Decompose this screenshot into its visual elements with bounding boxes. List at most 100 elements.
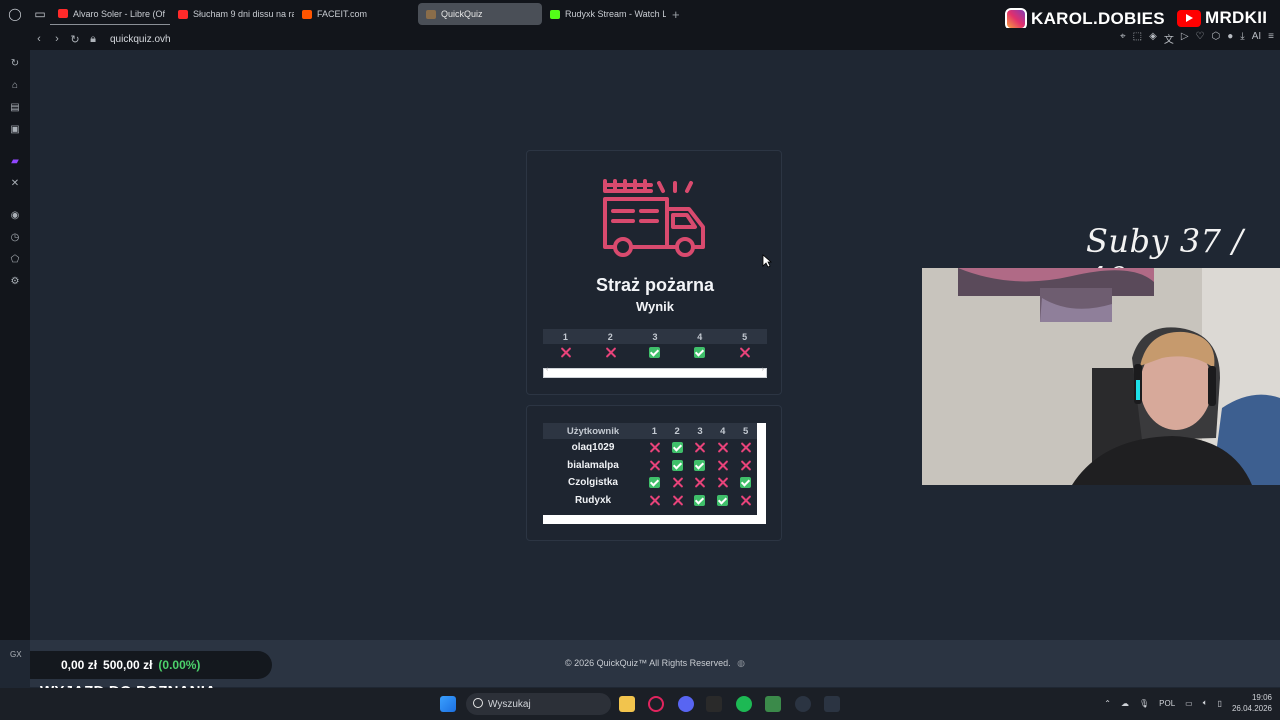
- url-field[interactable]: quickquiz.ovh: [110, 34, 171, 45]
- x-twitter-icon[interactable]: ✕: [0, 172, 30, 194]
- github-icon[interactable]: ◍: [737, 658, 745, 668]
- browser-logo-icon[interactable]: ◯: [0, 0, 30, 28]
- answer-cell: [689, 474, 712, 492]
- translate-icon[interactable]: 文: [1164, 31, 1174, 46]
- taskbar-clock[interactable]: 19:06 26.04.2026: [1232, 692, 1272, 714]
- tab-quickquiz[interactable]: QuickQuiz: [418, 3, 542, 25]
- leaderboard-vertical-scrollbar[interactable]: [757, 423, 766, 515]
- lock-icon[interactable]: 🔒︎: [84, 33, 102, 46]
- screenshot-icon[interactable]: ⬚: [1133, 31, 1142, 46]
- correct-check-icon: [648, 477, 660, 489]
- twitch-icon[interactable]: ▰: [0, 150, 30, 172]
- player-icon[interactable]: ◉: [0, 204, 30, 226]
- quiz-title: Straż pożarna: [595, 275, 715, 295]
- result-subtitle: Wynik: [635, 299, 675, 314]
- download-icon[interactable]: ⤓: [1240, 31, 1244, 46]
- table-row: olaq1029: [543, 439, 757, 457]
- tab-overview-icon[interactable]: ▭: [30, 0, 50, 28]
- quickquiz-favicon-icon: [426, 9, 436, 19]
- correct-check-icon: [671, 442, 683, 454]
- network-cloud-icon[interactable]: ☁: [1121, 699, 1129, 708]
- new-tab-plus-icon[interactable]: +: [672, 7, 680, 22]
- discord-icon[interactable]: [678, 696, 694, 712]
- messenger-icon[interactable]: ▣: [0, 118, 30, 140]
- spotify-icon[interactable]: [736, 696, 752, 712]
- windows-start-icon[interactable]: [440, 696, 456, 712]
- back-arrow-icon[interactable]: ‹: [30, 33, 48, 45]
- store-icon[interactable]: ⌂: [0, 74, 30, 96]
- forward-arrow-icon[interactable]: ›: [48, 33, 66, 45]
- tab-alvaro-soler[interactable]: Alvaro Soler - Libre (Of: [50, 3, 170, 25]
- wrong-cross-icon: [672, 495, 683, 506]
- answer-cell: [643, 439, 666, 457]
- faceit-icon[interactable]: [706, 696, 722, 712]
- tab-rudyxk-stream[interactable]: Rudyxk Stream - Watch Li: [542, 3, 666, 25]
- donation-percent: (0.00%): [158, 658, 201, 672]
- tray-chevron-icon[interactable]: ⌃: [1104, 699, 1111, 708]
- mouse-cursor-icon: [762, 254, 772, 268]
- heart-icon[interactable]: ♡: [1196, 31, 1205, 46]
- wrong-cross-icon: [717, 460, 728, 471]
- extensions-sidebar-icon[interactable]: ⬠: [0, 248, 30, 270]
- tab-label: Słucham 9 dni dissu na ra: [193, 9, 294, 19]
- user-column-header: Użytkownik: [543, 423, 643, 439]
- youtube-overlay: MRDKII: [1177, 8, 1267, 28]
- answer-cell: [711, 492, 734, 510]
- wrong-cross-icon: [605, 347, 616, 358]
- question-column-header: 1: [643, 423, 666, 439]
- battery-icon[interactable]: ▯: [1218, 699, 1222, 708]
- correct-check-icon: [740, 477, 752, 489]
- refresh-sidebar-icon[interactable]: ↻: [0, 52, 30, 74]
- wrong-cross-icon: [649, 495, 660, 506]
- play-icon[interactable]: ▷: [1181, 31, 1189, 46]
- reload-icon[interactable]: ↻: [66, 33, 84, 46]
- answer-cell: [643, 474, 666, 492]
- steam-icon[interactable]: [795, 696, 811, 712]
- logitech-icon[interactable]: [824, 696, 840, 712]
- question-number: 3: [632, 329, 678, 344]
- result-horizontal-scrollbar[interactable]: [543, 366, 767, 378]
- image-viewer-icon[interactable]: [765, 696, 781, 712]
- instagram-overlay: KAROL.DOBIES: [1005, 8, 1165, 30]
- browser-sidebar: ↻ ⌂ ▤ ▣ ▰ ✕ ◉ ◷ ⬠ ⚙: [0, 50, 30, 640]
- wrong-cross-icon: [740, 442, 751, 453]
- answer-cell: [689, 492, 712, 510]
- taskbar-search[interactable]: Wyszukaj: [466, 693, 611, 715]
- wrong-cross-icon: [649, 442, 660, 453]
- leaderboard-horizontal-scrollbar[interactable]: [543, 515, 766, 524]
- tab-faceit[interactable]: FACEIT.com: [294, 3, 418, 25]
- correct-check-icon: [649, 347, 661, 359]
- wrong-cross-icon: [740, 460, 751, 471]
- tab-slucham[interactable]: Słucham 9 dni dissu na ra: [170, 3, 294, 25]
- menu-icon[interactable]: ≡: [1268, 31, 1274, 46]
- microphone-icon[interactable]: 🎙︎: [1139, 699, 1149, 708]
- copyright-text: © 2026 QuickQuiz™ All Rights Reserved.: [564, 658, 731, 668]
- result-table: 1 2 3 4 5: [543, 329, 767, 362]
- answer-cell: [734, 474, 757, 492]
- volume-icon[interactable]: 🔈︎: [1203, 698, 1208, 708]
- fire-truck-icon: [603, 177, 707, 259]
- settings-gear-icon[interactable]: ⚙: [0, 270, 30, 292]
- tab-label: Alvaro Soler - Libre (Of: [73, 8, 166, 19]
- wrong-cross-icon: [672, 477, 683, 488]
- language-indicator[interactable]: POL: [1159, 699, 1175, 708]
- youtube-handle: MRDKII: [1205, 8, 1268, 27]
- pin-icon[interactable]: ⌖: [1120, 31, 1126, 46]
- profile-icon[interactable]: ●: [1227, 31, 1233, 46]
- answer-cell: [666, 474, 689, 492]
- shield-icon[interactable]: ◈: [1149, 31, 1157, 46]
- leaderboard-card: Użytkownik 1 2 3 4 5 olaq1029 bialamalpa C…: [526, 405, 782, 541]
- opera-gx-icon[interactable]: [648, 696, 664, 712]
- wallet-icon[interactable]: ▤: [0, 96, 30, 118]
- file-explorer-icon[interactable]: [619, 696, 635, 712]
- ai-icon[interactable]: AI: [1252, 31, 1261, 46]
- answer-cell: [666, 492, 689, 510]
- history-icon[interactable]: ◷: [0, 226, 30, 248]
- faceit-favicon-icon: [302, 9, 312, 19]
- clock-date: 26.04.2026: [1231, 704, 1272, 713]
- result-row: [543, 344, 767, 362]
- answer-cell: [711, 474, 734, 492]
- display-icon[interactable]: ▭: [1185, 699, 1193, 708]
- cube-icon[interactable]: ⬡: [1212, 31, 1221, 46]
- answer-cell: [666, 439, 689, 457]
